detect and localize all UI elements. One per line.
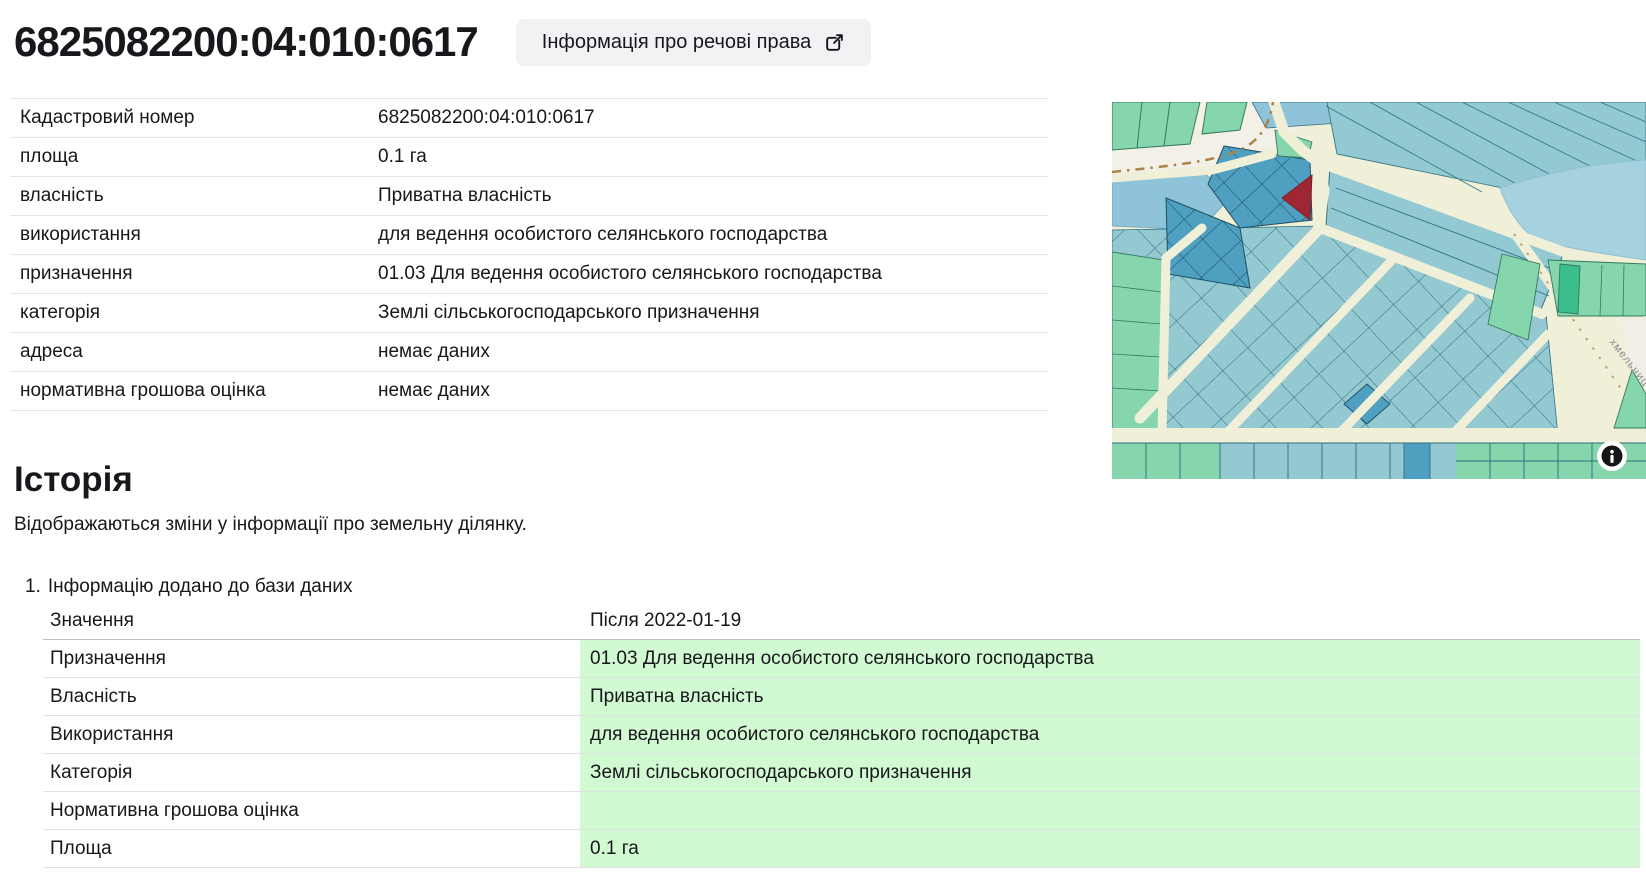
- table-row: використання для ведення особистого селя…: [10, 216, 1048, 255]
- history-subtitle: Відображаються зміни у інформації про зе…: [14, 512, 1640, 538]
- detail-label: використання: [20, 224, 378, 246]
- history-section: Історія Відображаються зміни у інформаці…: [14, 458, 1640, 868]
- history-label: Значення: [43, 602, 580, 640]
- table-row: призначення 01.03 Для ведення особистого…: [10, 255, 1048, 294]
- history-heading: Історія: [14, 458, 1640, 502]
- detail-value: Землі сільськогосподарського призначення: [378, 302, 1048, 324]
- table-row: Власність Приватна власність: [43, 678, 1640, 716]
- cadastre-parcel-page: 6825082200:04:010:0617 Інформація про ре…: [0, 0, 1646, 873]
- history-value: 01.03 Для ведення особистого селянського…: [580, 640, 1640, 678]
- detail-value: 01.03 Для ведення особистого селянського…: [378, 263, 1048, 285]
- history-value: [580, 792, 1640, 830]
- detail-label: власність: [20, 185, 378, 207]
- history-item-number: 1.: [25, 574, 41, 600]
- property-rights-button-label: Інформація про речові права: [542, 31, 811, 54]
- table-row: Нормативна грошова оцінка: [43, 792, 1640, 830]
- history-value: для ведення особистого селянського госпо…: [580, 716, 1640, 754]
- history-label: Нормативна грошова оцінка: [43, 792, 580, 830]
- detail-value: Приватна власність: [378, 185, 1048, 207]
- table-row: Значення Після 2022-01-19: [43, 602, 1640, 640]
- history-label: Категорія: [43, 754, 580, 792]
- detail-value: немає даних: [378, 341, 1048, 363]
- external-link-icon: [824, 32, 845, 53]
- detail-label: площа: [20, 146, 378, 168]
- table-row: Призначення 01.03 Для ведення особистого…: [43, 640, 1640, 678]
- history-value: Землі сільськогосподарського призначення: [580, 754, 1640, 792]
- detail-value: 6825082200:04:010:0617: [378, 107, 1048, 129]
- history-label: Власність: [43, 678, 580, 716]
- history-label: Призначення: [43, 640, 580, 678]
- history-label: Площа: [43, 830, 580, 868]
- detail-label: адреса: [20, 341, 378, 363]
- detail-label: призначення: [20, 263, 378, 285]
- detail-label: категорія: [20, 302, 378, 324]
- page-header: 6825082200:04:010:0617 Інформація про ре…: [14, 18, 871, 66]
- table-row: Використання для ведення особистого селя…: [43, 716, 1640, 754]
- table-row: адреса немає даних: [10, 333, 1048, 372]
- table-row: нормативна грошова оцінка немає даних: [10, 372, 1048, 411]
- history-value: Після 2022-01-19: [580, 602, 1640, 640]
- parcel-details-table: Кадастровий номер 6825082200:04:010:0617…: [10, 98, 1048, 411]
- history-table: Значення Після 2022-01-19 Призначення 01…: [43, 602, 1640, 868]
- page-title: 6825082200:04:010:0617: [14, 18, 478, 66]
- detail-label: нормативна грошова оцінка: [20, 380, 378, 402]
- info-icon: [1610, 450, 1614, 454]
- detail-value: 0.1 га: [378, 146, 1048, 168]
- history-label: Використання: [43, 716, 580, 754]
- table-row: Категорія Землі сільськогосподарського п…: [43, 754, 1640, 792]
- detail-label: Кадастровий номер: [20, 107, 378, 129]
- history-item-label: Інформацію додано до бази даних: [48, 574, 353, 600]
- property-rights-button[interactable]: Інформація про речові права: [516, 19, 871, 66]
- table-row: площа 0.1 га: [10, 138, 1048, 177]
- table-row: Кадастровий номер 6825082200:04:010:0617: [10, 98, 1048, 138]
- history-value: Приватна власність: [580, 678, 1640, 716]
- history-item-title: 1. Інформацію додано до бази даних: [14, 574, 1640, 600]
- detail-value: немає даних: [378, 380, 1048, 402]
- table-row: власність Приватна власність: [10, 177, 1048, 216]
- history-value: 0.1 га: [580, 830, 1640, 868]
- table-row: категорія Землі сільськогосподарського п…: [10, 294, 1048, 333]
- table-row: Площа 0.1 га: [43, 830, 1640, 868]
- cadastral-map[interactable]: хмельниц: [1112, 102, 1646, 479]
- detail-value: для ведення особистого селянського госпо…: [378, 224, 1048, 246]
